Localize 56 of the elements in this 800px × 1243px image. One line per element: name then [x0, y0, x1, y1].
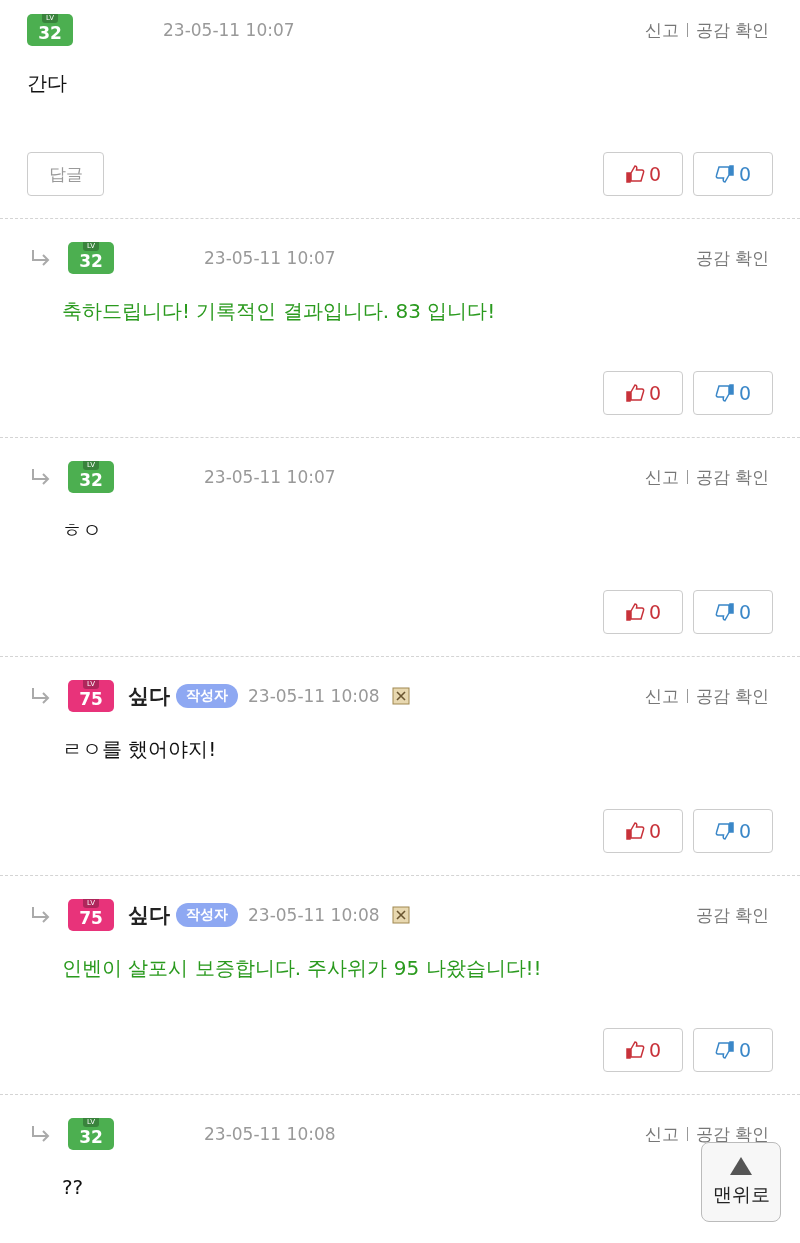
- comment-text: 간다: [27, 71, 67, 95]
- up-triangle-icon: [729, 1156, 753, 1176]
- delete-icon[interactable]: [391, 687, 410, 705]
- action-link[interactable]: 공감 확인: [686, 689, 773, 703]
- comment-date: 23-05-11 10:07: [204, 467, 336, 487]
- action-link[interactable]: 신고: [636, 18, 687, 42]
- delete-icon[interactable]: [391, 906, 410, 924]
- thumbs-down-icon: [714, 164, 735, 184]
- scroll-top-button[interactable]: 맨위로: [701, 1142, 781, 1222]
- action-link[interactable]: 공감 확인: [686, 470, 773, 484]
- dislike-button[interactable]: 0: [693, 371, 773, 415]
- thumbs-down-icon: [714, 821, 735, 841]
- like-button[interactable]: 0: [603, 371, 683, 415]
- comment-text: ㄹㅇ를 했어야지!: [62, 737, 217, 761]
- thumbs-up-icon: [624, 164, 645, 184]
- comment-date: 23-05-11 10:07: [163, 20, 295, 40]
- reply-arrow-icon: [30, 249, 52, 267]
- thumbs-down-icon: [714, 383, 735, 403]
- comment-text: 축하드립니다! 기록적인 결과입니다. 83 입니다!: [62, 299, 496, 323]
- action-link[interactable]: 신고: [636, 1122, 687, 1146]
- thumbs-up-icon: [624, 821, 645, 841]
- action-link[interactable]: 신고: [636, 465, 687, 489]
- thumbs-up-icon: [624, 383, 645, 403]
- dislike-button[interactable]: 0: [693, 809, 773, 853]
- like-button[interactable]: 0: [603, 152, 683, 196]
- comment-text: ㅎㅇ: [62, 518, 102, 542]
- reply-arrow-icon: [30, 687, 52, 705]
- action-link[interactable]: 공감 확인: [686, 23, 773, 37]
- like-button[interactable]: 0: [603, 1028, 683, 1072]
- author-name: 싶다: [128, 902, 170, 929]
- comment-date: 23-05-11 10:08: [248, 686, 380, 706]
- reply-arrow-icon: [30, 468, 52, 486]
- thumbs-up-icon: [624, 1040, 645, 1060]
- comment-text: ??: [62, 1175, 84, 1199]
- thumbs-down-icon: [714, 602, 735, 622]
- dislike-button[interactable]: 0: [693, 152, 773, 196]
- reply-arrow-icon: [30, 1125, 52, 1143]
- author-name: 싶다: [128, 683, 170, 710]
- reply-button[interactable]: 답글: [27, 152, 104, 196]
- thumbs-up-icon: [624, 602, 645, 622]
- comment-date: 23-05-11 10:07: [204, 248, 336, 268]
- action-link[interactable]: 공감 확인: [686, 1127, 773, 1141]
- action-link[interactable]: 공감 확인: [687, 246, 773, 270]
- comment-date: 23-05-11 10:08: [248, 905, 380, 925]
- comment-text: 인벤이 살포시 보증합니다. 주사위가 95 나왔습니다!!: [62, 956, 542, 980]
- action-link[interactable]: 공감 확인: [687, 903, 773, 927]
- reply-arrow-icon: [30, 906, 52, 924]
- action-link[interactable]: 신고: [636, 684, 687, 708]
- thumbs-down-icon: [714, 1040, 735, 1060]
- author-tag: 작성자: [176, 684, 238, 708]
- dislike-button[interactable]: 0: [693, 590, 773, 634]
- like-button[interactable]: 0: [603, 590, 683, 634]
- like-button[interactable]: 0: [603, 809, 683, 853]
- comment-date: 23-05-11 10:08: [204, 1124, 336, 1144]
- dislike-button[interactable]: 0: [693, 1028, 773, 1072]
- author-tag: 작성자: [176, 903, 238, 927]
